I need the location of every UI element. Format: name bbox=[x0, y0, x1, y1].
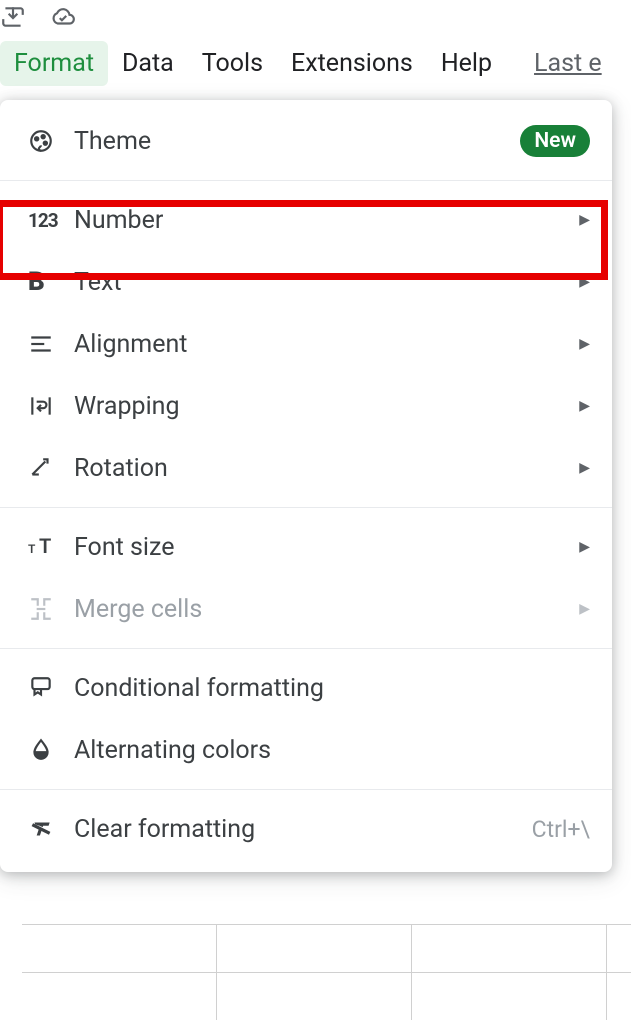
menu-item-wrapping[interactable]: Wrapping ▶ bbox=[0, 375, 612, 437]
new-badge: New bbox=[520, 125, 590, 157]
menu-item-text[interactable]: B Text ▶ bbox=[0, 251, 612, 313]
submenu-arrow-icon: ▶ bbox=[572, 212, 590, 228]
spreadsheet-grid[interactable] bbox=[22, 924, 631, 1008]
shortcut-label: Ctrl+\ bbox=[532, 816, 590, 843]
menu-help[interactable]: Help bbox=[427, 41, 506, 86]
submenu-arrow-icon: ▶ bbox=[572, 274, 590, 290]
menubar: Format Data Tools Extensions Help Last e bbox=[0, 40, 631, 86]
menu-label: Font size bbox=[64, 533, 572, 562]
conditional-formatting-icon bbox=[28, 675, 64, 701]
submenu-arrow-icon: ▶ bbox=[572, 336, 590, 352]
import-icon[interactable] bbox=[0, 4, 26, 34]
clear-formatting-icon bbox=[28, 816, 64, 842]
submenu-arrow-icon: ▶ bbox=[572, 539, 590, 555]
menu-label: Conditional formatting bbox=[64, 674, 590, 703]
menu-label: Clear formatting bbox=[64, 815, 532, 844]
font-size-icon: TT bbox=[28, 534, 64, 560]
menu-extensions[interactable]: Extensions bbox=[277, 41, 427, 86]
bold-icon: B bbox=[28, 267, 64, 297]
menu-label: Wrapping bbox=[64, 392, 572, 421]
separator bbox=[0, 507, 612, 508]
separator bbox=[0, 648, 612, 649]
menu-format[interactable]: Format bbox=[0, 41, 108, 86]
menu-label: Text bbox=[64, 268, 572, 297]
menu-item-rotation[interactable]: Rotation ▶ bbox=[0, 437, 612, 499]
menu-label: Merge cells bbox=[64, 595, 572, 624]
submenu-arrow-icon: ▶ bbox=[572, 460, 590, 476]
format-dropdown: Theme New 123 Number ▶ B Text ▶ Alignmen… bbox=[0, 100, 612, 872]
menu-label: Alignment bbox=[64, 330, 572, 359]
menu-label: Alternating colors bbox=[64, 736, 590, 765]
number-icon: 123 bbox=[28, 209, 64, 232]
menu-label: Theme bbox=[64, 127, 520, 156]
menu-item-number[interactable]: 123 Number ▶ bbox=[0, 189, 612, 251]
separator bbox=[0, 789, 612, 790]
rotation-icon bbox=[28, 455, 64, 481]
menu-item-alignment[interactable]: Alignment ▶ bbox=[0, 313, 612, 375]
menu-item-font-size[interactable]: TT Font size ▶ bbox=[0, 516, 612, 578]
wrapping-icon bbox=[28, 393, 64, 419]
alternating-colors-icon bbox=[28, 737, 64, 763]
theme-icon bbox=[28, 128, 64, 154]
menu-item-conditional-formatting[interactable]: Conditional formatting bbox=[0, 657, 612, 719]
menu-item-alternating-colors[interactable]: Alternating colors bbox=[0, 719, 612, 781]
svg-text:T: T bbox=[28, 542, 36, 556]
merge-cells-icon bbox=[28, 596, 64, 622]
menu-label: Number bbox=[64, 206, 572, 235]
cloud-sync-icon[interactable] bbox=[50, 4, 76, 34]
menu-data[interactable]: Data bbox=[108, 41, 188, 86]
menu-item-theme[interactable]: Theme New bbox=[0, 110, 612, 172]
menu-label: Rotation bbox=[64, 454, 572, 483]
separator bbox=[0, 180, 612, 181]
alignment-icon bbox=[28, 331, 64, 357]
submenu-arrow-icon: ▶ bbox=[572, 601, 590, 617]
menu-item-merge-cells: Merge cells ▶ bbox=[0, 578, 612, 640]
menu-tools[interactable]: Tools bbox=[188, 41, 277, 86]
last-edit-link[interactable]: Last e bbox=[534, 49, 602, 78]
menu-item-clear-formatting[interactable]: Clear formatting Ctrl+\ bbox=[0, 798, 612, 860]
submenu-arrow-icon: ▶ bbox=[572, 398, 590, 414]
svg-text:T: T bbox=[39, 534, 51, 558]
